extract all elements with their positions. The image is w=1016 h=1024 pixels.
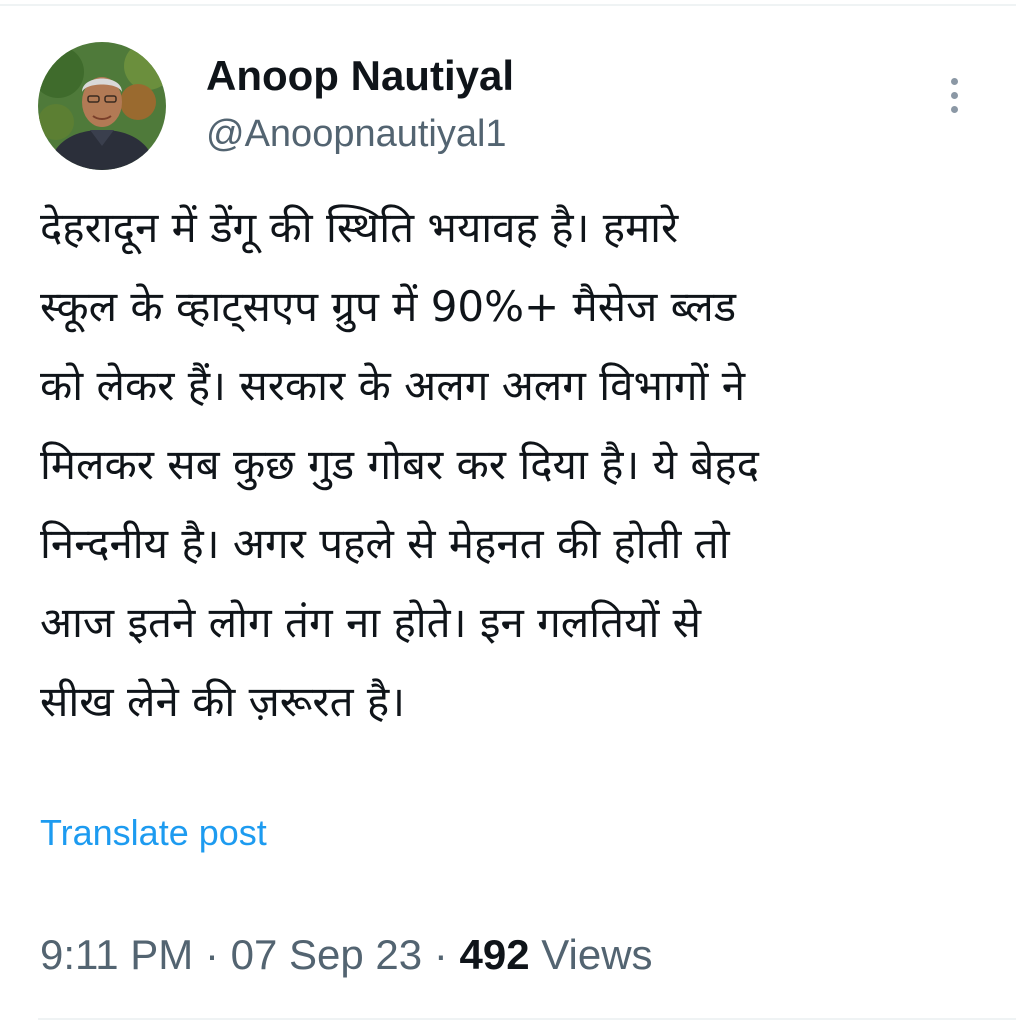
avatar-photo xyxy=(38,42,166,170)
vertical-ellipsis-icon xyxy=(950,105,958,113)
tweet-post: Anoop Nautiyal @Anoopnautiyal1 देहरादून … xyxy=(0,0,1016,1024)
post-date[interactable]: 07 Sep 23 xyxy=(231,931,423,978)
post-text: देहरादून में डेंगू की स्थिति भयावह है। ह… xyxy=(40,188,990,741)
vertical-ellipsis-icon xyxy=(950,91,958,99)
meta-separator: · xyxy=(204,931,219,978)
post-text-line: निन्दनीय है। अगर पहले से मेहनत की होती त… xyxy=(40,519,730,568)
post-text-line: को लेकर हैं। सरकार के अलग अलग विभागों ने xyxy=(40,361,746,410)
views-count: 492 xyxy=(459,931,530,978)
post-text-line: देहरादून में डेंगू की स्थिति भयावह है। ह… xyxy=(40,203,679,252)
post-text-line: आज इतने लोग तंग ना होते। इन गलतियों से xyxy=(40,598,702,647)
post-text-line: सीख लेने की ज़रूरत है। xyxy=(40,677,406,726)
post-text-line: स्कूल के व्हाट्सएप ग्रुप में 90%+ मैसेज … xyxy=(40,282,737,331)
author-handle[interactable]: @Anoopnautiyal1 xyxy=(206,110,507,158)
avatar[interactable] xyxy=(38,42,166,170)
post-time[interactable]: 9:11 PM xyxy=(40,931,193,978)
translate-post-link[interactable]: Translate post xyxy=(40,810,267,856)
post-text-line: मिलकर सब कुछ गुड गोबर कर दिया है। ये बेह… xyxy=(40,440,759,489)
top-divider xyxy=(0,4,1016,6)
post-meta: 9:11 PM · 07 Sep 23 · 492 Views xyxy=(40,928,653,982)
vertical-ellipsis-icon xyxy=(950,77,958,85)
author-name[interactable]: Anoop Nautiyal xyxy=(206,50,514,102)
more-options-button[interactable] xyxy=(934,70,974,120)
bottom-divider xyxy=(38,1018,1016,1020)
views-label: Views xyxy=(541,931,653,978)
meta-separator: · xyxy=(433,931,448,978)
